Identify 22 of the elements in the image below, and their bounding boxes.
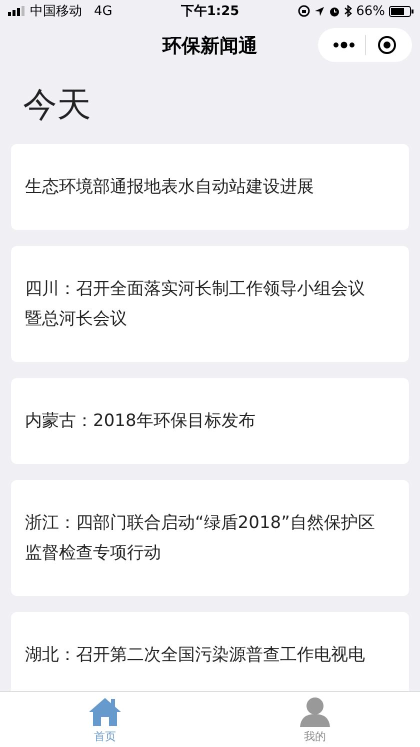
- news-card[interactable]: 浙江：四部门联合启动“绿盾2018”自然保护区监督检查专项行动: [11, 480, 409, 596]
- bluetooth-icon: [344, 5, 352, 17]
- location-icon: [314, 6, 326, 16]
- network-type: 4G: [94, 4, 112, 18]
- news-card[interactable]: 内蒙古：2018年环保目标发布: [11, 378, 409, 464]
- more-icon[interactable]: [333, 41, 356, 49]
- status-time: 下午1:25: [180, 3, 240, 20]
- news-card[interactable]: 四川：召开全面落实河长制工作领导小组会议暨总河长会议: [11, 246, 409, 362]
- battery-icon: [389, 6, 414, 16]
- carrier-name: 中国移动: [30, 3, 82, 20]
- section-heading: 今天: [22, 84, 92, 127]
- close-icon[interactable]: [376, 35, 397, 55]
- battery-percent: 66%: [356, 4, 385, 18]
- tab-item[interactable]: 我的: [210, 692, 420, 747]
- house-icon: [88, 697, 122, 727]
- alarm-icon: [329, 6, 340, 16]
- app-title: 环保新闻通: [162, 34, 258, 59]
- person-icon: [299, 697, 331, 727]
- lock-rotation-icon: [298, 5, 310, 17]
- news-card[interactable]: 生态环境部通报地表水自动站建设进展: [11, 144, 409, 230]
- news-card[interactable]: 湖北：召开第二次全国污染源普查工作电视电: [11, 612, 409, 691]
- signal-icon: [8, 6, 26, 16]
